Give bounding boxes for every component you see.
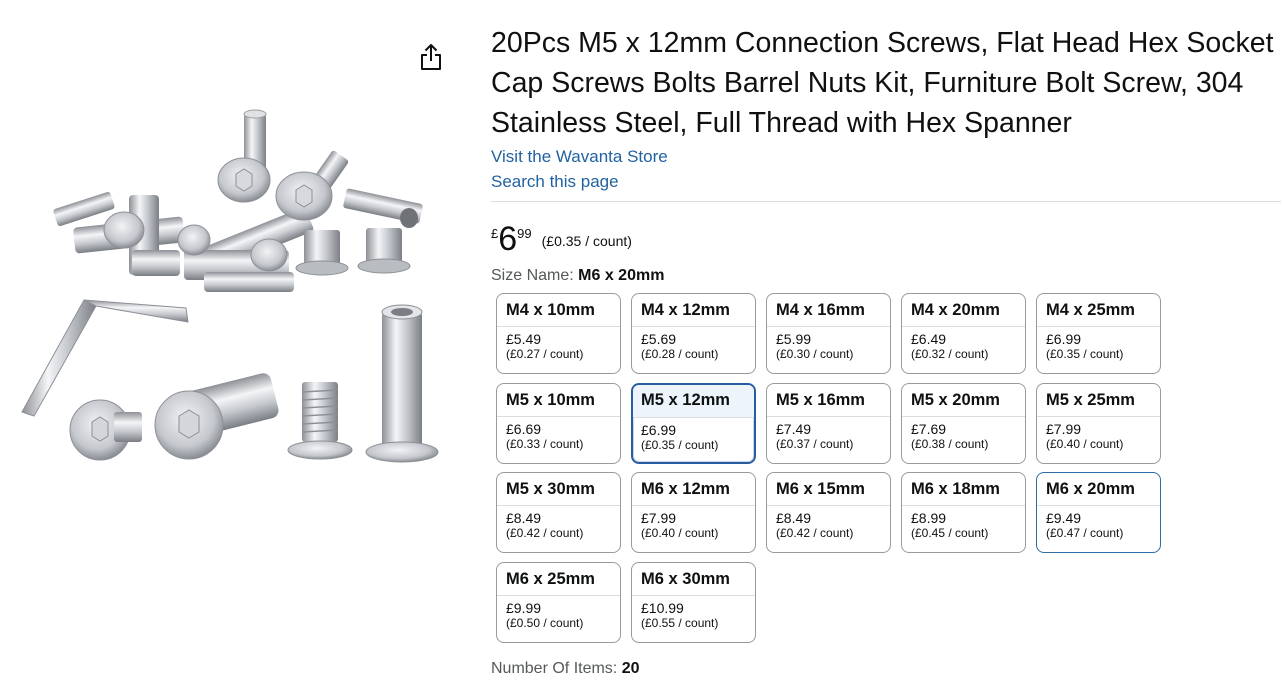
size-option-price: £6.99 [641, 421, 677, 438]
size-option-name: M4 x 20mm [902, 294, 1025, 327]
size-option-price: £6.69 [506, 420, 542, 437]
price-fraction: 99 [517, 226, 532, 241]
size-variant-grid: M4 x 10mm £5.49 (£0.27 / count) M4 x 12mm £5… [496, 293, 1176, 653]
parts-row [69, 304, 439, 463]
size-option-unit-price: (£0.27 / count) [506, 347, 584, 361]
size-option-price: £10.99 [641, 599, 684, 616]
size-option-m5x20mm[interactable]: M5 x 20mm £7.69 (£0.38 / count) [901, 382, 1026, 464]
size-option-price: £9.49 [1046, 510, 1082, 526]
size-option-price: £7.69 [911, 420, 947, 437]
size-option-m6x12mm[interactable]: M6 x 12mm £7.99 (£0.40 / count) [631, 472, 756, 553]
size-option-name: M5 x 16mm [767, 384, 890, 417]
hex-key [21, 299, 189, 417]
size-option-name: M4 x 12mm [632, 294, 755, 327]
size-option-m4x16mm[interactable]: M4 x 16mm £5.99 (£0.30 / count) [766, 293, 891, 374]
size-option-name: M6 x 20mm [1037, 473, 1160, 506]
size-option-m6x25mm[interactable]: M6 x 25mm £9.99 (£0.50 / count) [496, 561, 621, 643]
size-label-key: Size Name: [491, 267, 574, 284]
size-option-name: M5 x 25mm [1037, 384, 1160, 417]
number-of-items: Number Of Items: 20 [491, 659, 640, 679]
product-title: 20Pcs M5 x 12mm Connection Screws, Flat … [491, 27, 1274, 139]
size-option-unit-price: (£0.35 / count) [641, 437, 719, 452]
product-details: 20Pcs M5 x 12mm Connection Screws, Flat … [491, 0, 1282, 653]
size-option-price: £6.49 [911, 331, 947, 347]
price-currency-symbol: £ [491, 226, 499, 241]
size-option-unit-price: (£0.37 / count) [776, 436, 854, 451]
size-option-m6x30mm[interactable]: M6 x 30mm £10.99 (£0.55 / count) [631, 561, 756, 643]
size-option-m5x25mm[interactable]: M5 x 25mm £7.99 (£0.40 / count) [1036, 382, 1161, 464]
size-option-name: M5 x 20mm [902, 384, 1025, 417]
size-option-m6x18mm[interactable]: M6 x 18mm £8.99 (£0.45 / count) [901, 472, 1026, 553]
media-column [0, 0, 470, 692]
size-option-name: M6 x 18mm [902, 473, 1025, 506]
size-option-unit-price: (£0.33 / count) [506, 436, 584, 451]
size-option-m4x20mm[interactable]: M4 x 20mm £6.49 (£0.32 / count) [901, 293, 1026, 374]
size-option-name: M5 x 10mm [497, 384, 620, 417]
size-option-unit-price: (£0.42 / count) [506, 526, 584, 540]
price-block: £ 6 99 (£0.35 / count) [491, 222, 1282, 260]
size-option-m4x12mm[interactable]: M4 x 12mm £5.69 (£0.28 / count) [631, 293, 756, 374]
size-option-unit-price: (£0.40 / count) [641, 526, 719, 540]
size-option-name: M6 x 12mm [632, 473, 755, 506]
size-option-price: £7.99 [1046, 420, 1082, 437]
size-option-unit-price: (£0.50 / count) [506, 615, 584, 630]
size-option-price: £8.49 [776, 510, 812, 526]
size-option-m5x12mm[interactable]: M5 x 12mm £6.99 (£0.35 / count) [631, 382, 756, 464]
size-option-price: £7.49 [776, 420, 812, 437]
price-whole: 6 [498, 220, 518, 258]
screw-pile [53, 109, 423, 292]
size-option-name: M6 x 15mm [767, 473, 890, 506]
size-option-price: £8.99 [911, 510, 947, 526]
size-option-name: M6 x 30mm [632, 563, 755, 596]
size-option-m6x15mm[interactable]: M6 x 15mm £8.49 (£0.42 / count) [766, 472, 891, 553]
size-option-unit-price: (£0.40 / count) [1046, 436, 1124, 451]
size-option-unit-price: (£0.38 / count) [911, 436, 989, 451]
size-option-name: M6 x 25mm [497, 563, 620, 596]
size-option-m4x25mm[interactable]: M4 x 25mm £6.99 (£0.35 / count) [1036, 293, 1161, 374]
size-option-unit-price: (£0.47 / count) [1046, 526, 1124, 540]
store-link[interactable]: Visit the Wavanta Store [491, 144, 1282, 169]
size-option-m5x16mm[interactable]: M5 x 16mm £7.49 (£0.37 / count) [766, 382, 891, 464]
size-option-name: M4 x 25mm [1037, 294, 1160, 327]
share-icon[interactable] [418, 42, 444, 72]
size-option-name: M4 x 10mm [497, 294, 620, 327]
size-option-unit-price: (£0.42 / count) [776, 526, 854, 540]
size-option-name: M4 x 16mm [767, 294, 890, 327]
size-option-price: £5.99 [776, 331, 812, 347]
size-option-name: M5 x 30mm [497, 473, 620, 506]
size-option-m5x30mm[interactable]: M5 x 30mm £8.49 (£0.42 / count) [496, 472, 621, 553]
size-option-unit-price: (£0.45 / count) [911, 526, 989, 540]
size-option-unit-price: (£0.28 / count) [641, 347, 719, 361]
search-page-link[interactable]: Search this page [491, 169, 1282, 194]
size-option-price: £8.49 [506, 510, 542, 526]
size-selected-value: M6 x 20mm [578, 267, 665, 284]
size-option-m4x10mm[interactable]: M4 x 10mm £5.49 (£0.27 / count) [496, 293, 621, 374]
product-image[interactable] [14, 100, 454, 480]
size-option-price: £6.99 [1046, 331, 1082, 347]
size-option-price: £5.69 [641, 331, 677, 347]
items-value: 20 [621, 660, 640, 677]
size-option-price: £9.99 [506, 599, 542, 616]
size-option-unit-price: (£0.32 / count) [911, 347, 989, 361]
size-label: Size Name: M6 x 20mm [491, 266, 1282, 286]
size-option-price: £7.99 [641, 510, 677, 526]
price-per-unit: (£0.35 / count) [541, 233, 632, 249]
size-option-unit-price: (£0.35 / count) [1046, 347, 1124, 361]
divider [491, 201, 1281, 202]
size-option-price: £5.49 [506, 331, 542, 347]
size-option-name: M5 x 12mm [633, 384, 754, 418]
size-option-m6x20mm[interactable]: M6 x 20mm £9.49 (£0.47 / count) [1036, 472, 1161, 553]
size-option-m5x10mm[interactable]: M5 x 10mm £6.69 (£0.33 / count) [496, 382, 621, 464]
items-label: Number Of Items: [491, 660, 618, 677]
size-option-unit-price: (£0.30 / count) [776, 347, 854, 361]
size-option-unit-price: (£0.55 / count) [641, 615, 719, 630]
